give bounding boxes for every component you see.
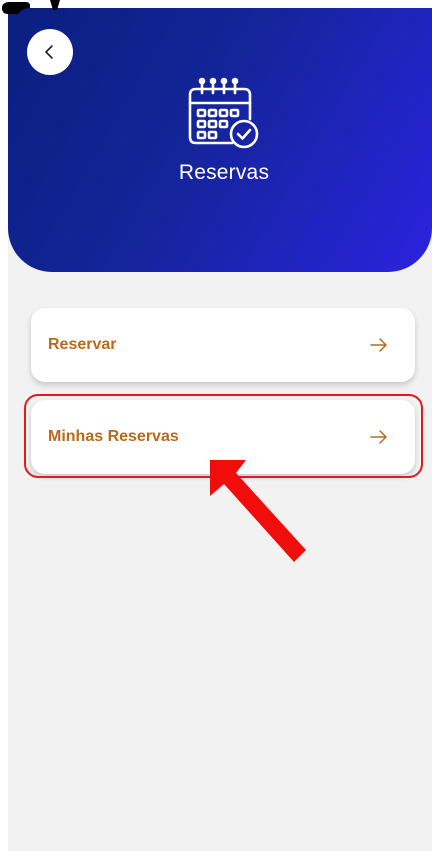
menu-item-label: Reservar [48, 336, 117, 353]
calendar-check-icon [188, 77, 259, 149]
corner-artifact-icon [2, 2, 30, 14]
menu-item-label: Minhas Reservas [48, 428, 179, 445]
arrow-right-icon [370, 430, 387, 444]
back-button[interactable] [27, 29, 73, 75]
menu-item-reservar[interactable]: Reservar [31, 308, 415, 382]
page-header: Reservas [8, 8, 432, 272]
arrow-right-icon [370, 338, 387, 352]
menu-item-minhas-reservas[interactable]: Minhas Reservas [31, 400, 415, 474]
corner-artifact-icon [50, 0, 60, 10]
app-screen: Reservas Reservar Minhas Reservas [8, 8, 432, 851]
page-title: Reservas [178, 161, 270, 184]
chevron-left-icon [45, 45, 53, 59]
